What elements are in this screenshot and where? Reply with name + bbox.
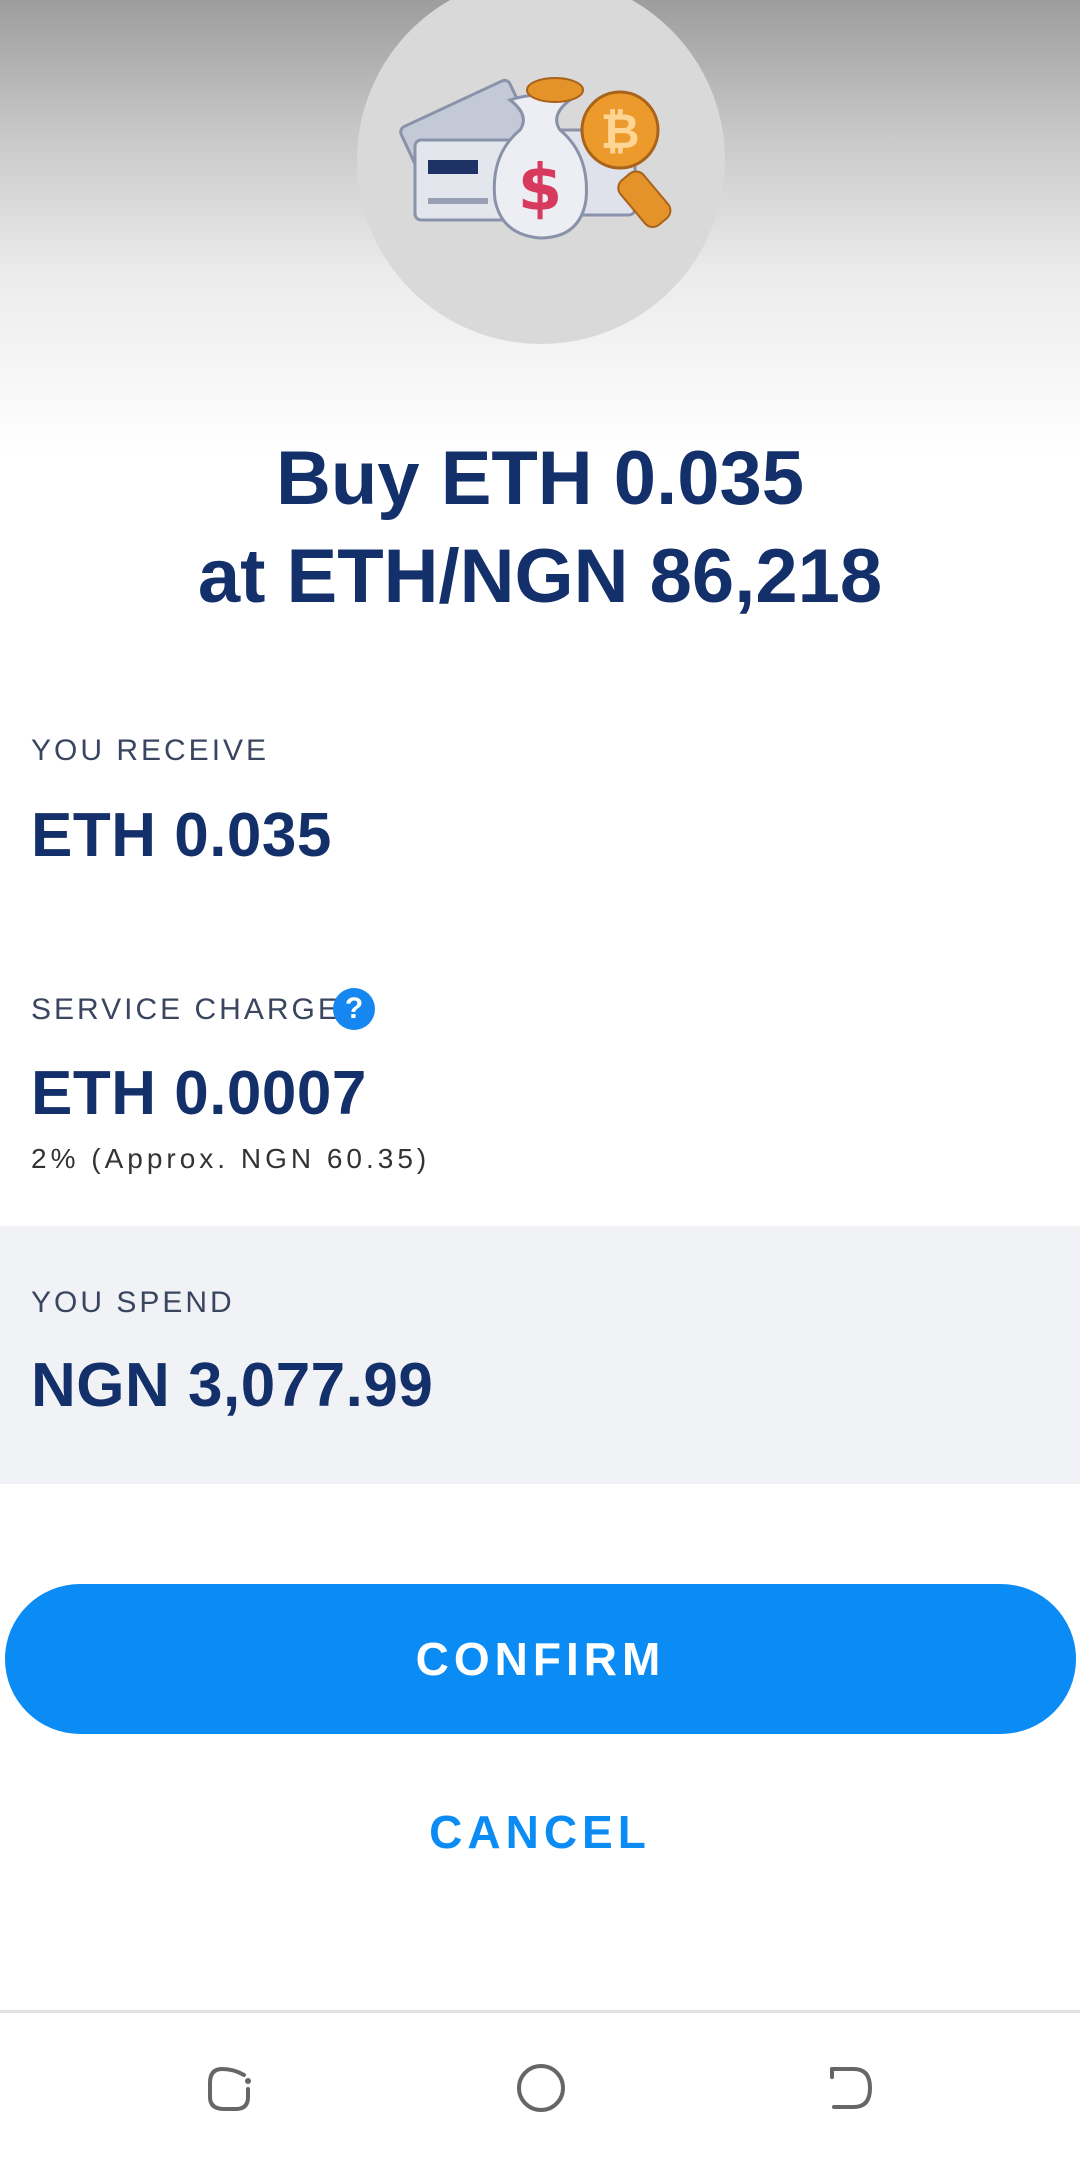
cancel-button[interactable]: CANCEL [340,1800,740,1864]
svg-text:$: $ [518,152,563,226]
hero-banner: $ ₿ [0,0,1080,460]
system-navigation-bar [0,2010,1080,2160]
buy-confirmation-screen: $ ₿ Buy ETH 0.035 at ETH/NGN 86,218 YOU … [0,0,1080,2160]
spend-label: YOU SPEND [31,1286,235,1319]
help-icon[interactable]: ? [333,988,375,1030]
confirm-button[interactable]: CONFIRM [5,1584,1076,1734]
svg-text:₿: ₿ [600,104,639,160]
page-title: Buy ETH 0.035 at ETH/NGN 86,218 [0,430,1080,626]
back-icon[interactable] [816,2053,886,2123]
spend-value: NGN 3,077.99 [31,1351,434,1420]
service-charge-label: SERVICE CHARGE [31,993,341,1026]
title-line-rate: at ETH/NGN 86,218 [197,534,883,619]
title-line-amount: Buy ETH 0.035 [276,436,804,521]
spend-summary-box: YOU SPEND NGN 3,077.99 [0,1226,1080,1484]
service-charge-note: 2% (Approx. NGN 60.35) [31,1143,431,1174]
money-crypto-illustration-icon: $ ₿ [399,77,672,240]
recent-apps-icon[interactable] [194,2053,264,2123]
receive-value: ETH 0.035 [31,801,332,870]
service-charge-value: ETH 0.0007 [31,1059,367,1128]
home-icon[interactable] [506,2053,576,2123]
receive-label: YOU RECEIVE [31,734,270,767]
